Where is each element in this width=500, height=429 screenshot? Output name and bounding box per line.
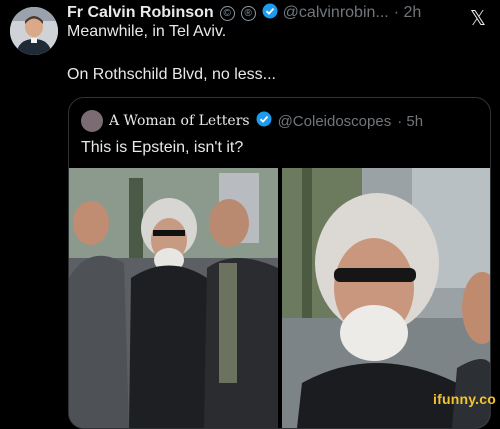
verified-badge-icon [262,3,278,24]
author-handle[interactable]: @calvinrobin... [283,4,389,22]
ifunny-watermark: ifunny.co [433,391,496,407]
tweet-header: Fr Calvin Robinson © ® @calvinrobin... ·… [67,2,487,24]
tweet-time[interactable]: · 2h [394,4,422,22]
quoted-author-handle[interactable]: @Coleidoscopes [278,113,392,130]
author-name[interactable]: Fr Calvin Robinson [67,4,214,22]
x-logo-icon: 𝕏 [469,6,486,30]
quoted-tweet-time[interactable]: · 5h [397,113,423,130]
quoted-photo-1[interactable] [69,168,278,428]
copyright-badge-icon: © [219,5,235,21]
quoted-author-avatar[interactable] [81,110,103,132]
verified-badge-icon [256,111,272,131]
registered-badge-icon: ® [240,5,256,21]
quoted-photo-2[interactable] [282,168,490,428]
tweet-text-line2: On Rothschild Blvd, no less... [67,66,276,83]
author-avatar[interactable] [10,7,58,55]
tweet-text-line1: Meanwhile, in Tel Aviv. [67,23,227,40]
quoted-tweet-text: This is Epstein, isn't it? [81,139,244,156]
quoted-author-name[interactable]: A Woman of Letters [109,113,250,129]
quoted-tweet[interactable]: A Woman of Letters @Coleidoscopes · 5h T… [68,97,491,429]
quoted-tweet-header: A Woman of Letters @Coleidoscopes · 5h [81,110,423,132]
